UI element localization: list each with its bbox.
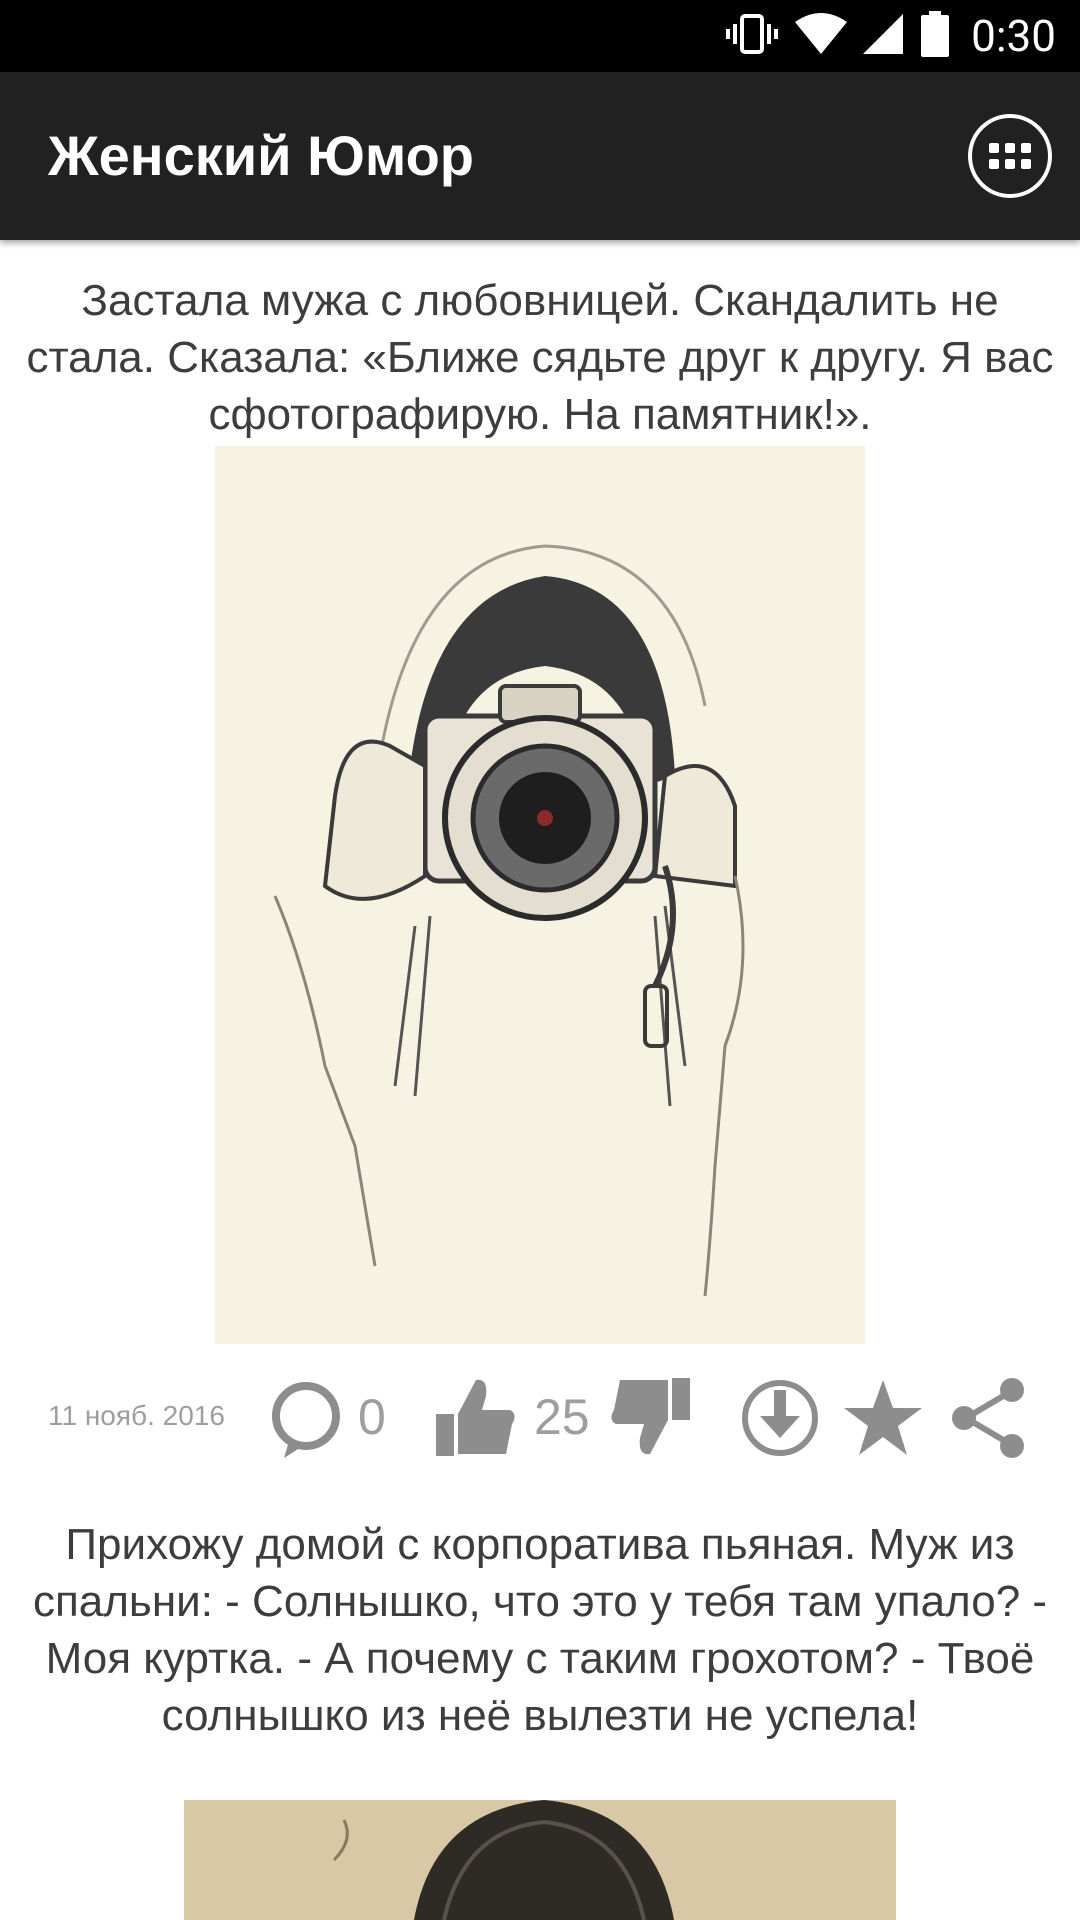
comment-icon[interactable] — [266, 1380, 346, 1465]
sketch-portrait-icon — [184, 1800, 896, 1920]
grid-menu-button[interactable] — [968, 114, 1052, 198]
sketch-girl-camera-icon — [215, 446, 865, 1344]
app-bar: Женский Юмор — [0, 72, 1080, 240]
post-image[interactable] — [215, 446, 865, 1344]
comments-count: 0 — [358, 1389, 386, 1445]
wifi-icon — [795, 12, 848, 61]
app-title: Женский Юмор — [48, 124, 475, 187]
thumbs-up-icon[interactable] — [432, 1374, 518, 1465]
battery-icon — [921, 10, 950, 62]
status-bar: 0:30 — [0, 0, 1080, 72]
share-icon[interactable] — [946, 1376, 1030, 1465]
post-image[interactable] — [184, 1800, 896, 1920]
post-actions-row: 11 нояб. 2016 0 25 — [0, 1360, 1080, 1470]
likes-count: 25 — [534, 1389, 590, 1445]
signal-icon — [863, 12, 905, 61]
thumbs-down-icon[interactable] — [608, 1374, 694, 1465]
grid-menu-icon — [989, 143, 1031, 169]
post-text: Застала мужа с любовницей. Скандалить не… — [26, 276, 1054, 439]
status-time: 0:30 — [971, 10, 1056, 62]
vibrate-icon — [725, 12, 779, 61]
download-icon[interactable] — [738, 1376, 822, 1465]
post-text: Прихожу домой с корпоратива пьяная. Муж … — [32, 1520, 1048, 1740]
star-icon[interactable] — [842, 1378, 924, 1463]
post-date: 11 нояб. 2016 — [48, 1400, 225, 1431]
